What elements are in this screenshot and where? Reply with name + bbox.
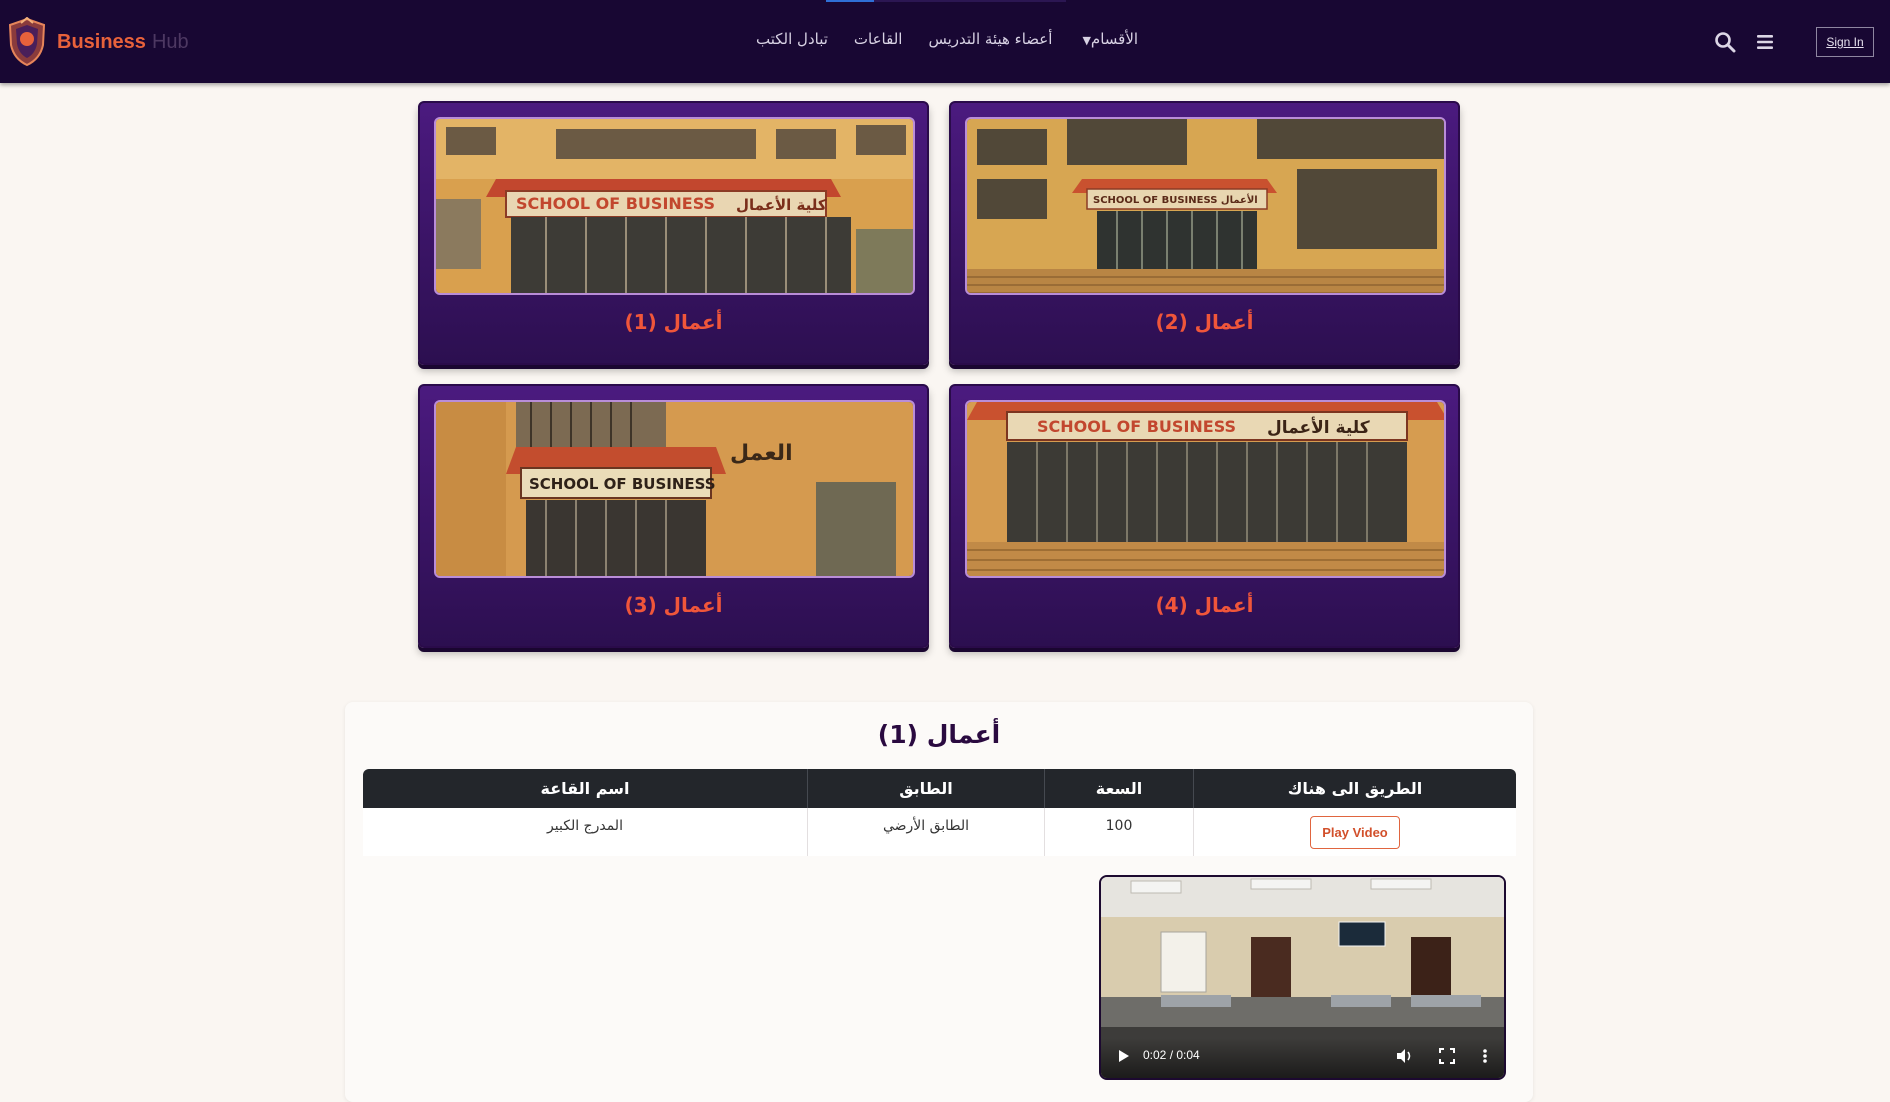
brand-name: Business xyxy=(57,30,146,53)
top-navbar: Business Hub تبادل الكتب القاعات أعضاء ه… xyxy=(0,0,1890,83)
table-row: المدرج الكبير الطابق الأرضي 100 Play Vid… xyxy=(363,808,1516,856)
hall-card-title: أعمال (4) xyxy=(1155,593,1254,617)
video-player[interactable]: 0:02 / 0:04 xyxy=(1099,875,1506,1080)
fullscreen-icon[interactable] xyxy=(1437,1046,1457,1066)
video-controls: 0:02 / 0:04 xyxy=(1101,1038,1504,1078)
svg-text:SCHOOL OF BUSINESS: SCHOOL OF BUSINESS xyxy=(1037,417,1236,436)
svg-text:SCHOOL OF BUSINESS: SCHOOL OF BUSINESS xyxy=(529,475,716,493)
floor-cell: الطابق الأرضي xyxy=(807,808,1044,856)
hall-photo-2: SCHOOL OF BUSINESS الأعمال xyxy=(965,117,1446,295)
hall-card-4[interactable]: SCHOOL OF BUSINESS كلية الأعمال أعمال (4… xyxy=(949,384,1460,648)
hall-photo-3: SCHOOL OF BUSINESS العمل xyxy=(434,400,915,578)
menu-icon[interactable] xyxy=(1754,31,1776,53)
sign-in-button[interactable]: Sign In xyxy=(1816,27,1874,57)
table-header: اسم القاعة الطابق السعة الطريق الى هناك xyxy=(363,769,1516,808)
svg-text:كلية الأعمال: كلية الأعمال xyxy=(1267,417,1370,438)
hall-card-3[interactable]: SCHOOL OF BUSINESS العمل أعمال (3) xyxy=(418,384,929,648)
hall-card-2[interactable]: SCHOOL OF BUSINESS الأعمال أعمال (2) xyxy=(949,101,1460,365)
column-header: الطابق xyxy=(807,769,1044,808)
column-header: اسم القاعة xyxy=(540,779,630,798)
hall-name-cell: المدرج الكبير xyxy=(547,818,623,834)
more-options-icon[interactable] xyxy=(1479,1046,1491,1066)
hall-card-title: أعمال (3) xyxy=(624,593,723,617)
brand[interactable]: Business Hub xyxy=(7,17,189,67)
svg-text:SCHOOL OF BUSINESS: SCHOOL OF BUSINESS xyxy=(516,194,715,213)
main-nav: تبادل الكتب القاعات أعضاء هيئة التدريس ا… xyxy=(756,30,1138,48)
hall-card-title: أعمال (1) xyxy=(624,310,723,334)
video-time: 0:02 / 0:04 xyxy=(1143,1048,1200,1062)
shield-logo-icon xyxy=(8,17,46,67)
capacity-cell: 100 xyxy=(1044,808,1193,856)
volume-icon[interactable] xyxy=(1394,1046,1414,1066)
hall-details-title: أعمال (1) xyxy=(877,720,1001,749)
svg-text:SCHOOL OF BUSINESS الأعمال: SCHOOL OF BUSINESS الأعمال xyxy=(1093,193,1258,206)
svg-text:العمل: العمل xyxy=(730,441,793,466)
nav-halls[interactable]: القاعات xyxy=(854,30,903,48)
nav-book-exchange[interactable]: تبادل الكتب xyxy=(756,30,828,48)
hall-details-table: اسم القاعة الطابق السعة الطريق الى هناك … xyxy=(363,769,1516,856)
search-icon[interactable] xyxy=(1714,31,1736,53)
play-icon[interactable] xyxy=(1117,1046,1131,1066)
hall-card-1[interactable]: SCHOOL OF BUSINESS كلية الأعمال أعمال (1… xyxy=(418,101,929,365)
svg-text:كلية الأعمال: كلية الأعمال xyxy=(736,196,827,214)
hall-photo-4: SCHOOL OF BUSINESS كلية الأعمال xyxy=(965,400,1446,578)
nav-faculty[interactable]: أعضاء هيئة التدريس xyxy=(928,30,1052,48)
hall-photo-1: SCHOOL OF BUSINESS كلية الأعمال xyxy=(434,117,915,295)
column-header: الطريق الى هناك xyxy=(1193,769,1516,808)
header-actions: Sign In xyxy=(1700,27,1890,59)
loading-bar xyxy=(826,0,1066,2)
hall-card-title: أعمال (2) xyxy=(1155,310,1254,334)
directions-cell: Play Video xyxy=(1193,808,1516,856)
column-header: السعة xyxy=(1044,769,1193,808)
nav-departments-label: الأقسام xyxy=(1090,30,1139,48)
nav-departments-dropdown[interactable]: الأقسام▼ xyxy=(1078,30,1138,48)
caret-down-icon: ▼ xyxy=(1082,34,1091,47)
play-video-button[interactable]: Play Video xyxy=(1310,816,1400,849)
brand-sub: Hub xyxy=(151,30,189,53)
